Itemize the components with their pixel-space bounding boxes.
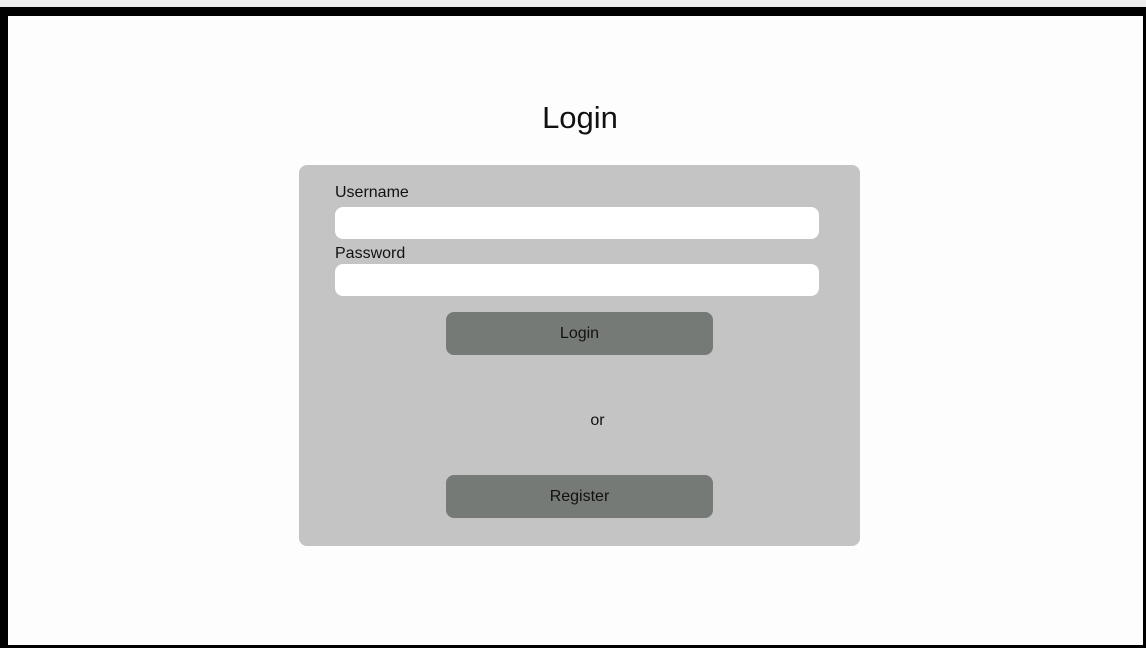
or-separator: or	[590, 412, 605, 429]
login-card: Username Password Login or Register	[299, 165, 860, 546]
password-label: Password	[335, 245, 406, 262]
page-title: Login	[542, 100, 618, 135]
username-label: Username	[335, 184, 409, 201]
password-input[interactable]	[335, 264, 819, 296]
username-input[interactable]	[335, 207, 819, 239]
window-top-strip	[0, 0, 1146, 7]
login-button[interactable]: Login	[446, 312, 713, 355]
register-button[interactable]: Register	[446, 475, 713, 518]
